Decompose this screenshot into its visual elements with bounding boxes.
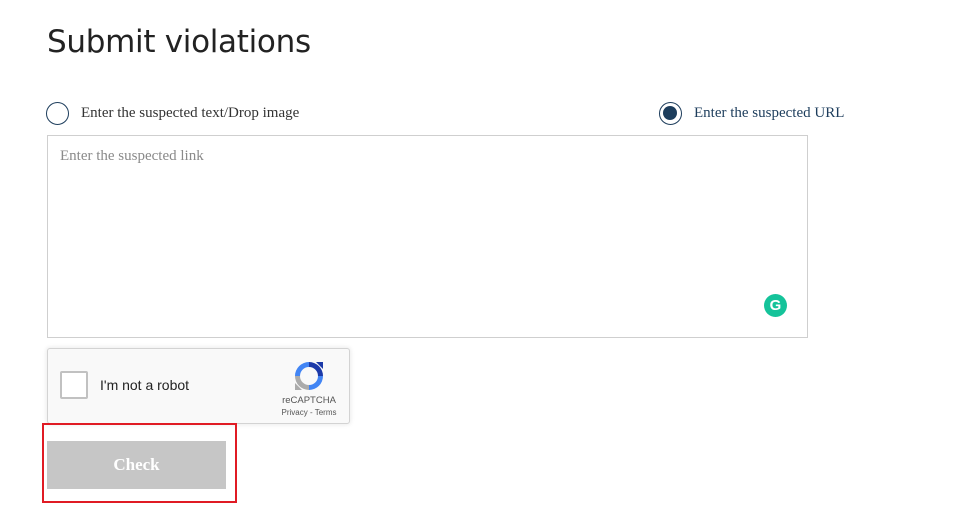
radio-option-url[interactable]: Enter the suspected URL [659,99,844,127]
radio-button-text[interactable] [46,101,69,125]
recaptcha-checkbox[interactable] [60,371,88,399]
grammarly-icon[interactable]: G [764,294,787,317]
recaptcha-brand: reCAPTCHA [282,395,336,406]
recaptcha-privacy-link[interactable]: Privacy [282,408,308,417]
recaptcha-links: Privacy - Terms [274,408,344,417]
radio-label-text: Enter the suspected text/Drop image [81,104,300,121]
recaptcha-label: I'm not a robot [100,377,190,393]
radio-label-url: Enter the suspected URL [694,104,845,121]
link-input-container: G [47,135,808,338]
check-button[interactable]: Check [47,441,226,489]
recaptcha-logo-icon [295,362,323,390]
recaptcha-links-separator: - [309,408,313,417]
radio-button-url[interactable] [659,101,682,125]
recaptcha-terms-link[interactable]: Terms [315,408,337,417]
page-title: Submit violations [47,24,311,60]
radio-option-text[interactable]: Enter the suspected text/Drop image [46,99,299,127]
recaptcha-widget: I'm not a robot reCAPTCHA Privacy - Term… [47,348,350,424]
suspected-link-input[interactable] [48,136,807,337]
